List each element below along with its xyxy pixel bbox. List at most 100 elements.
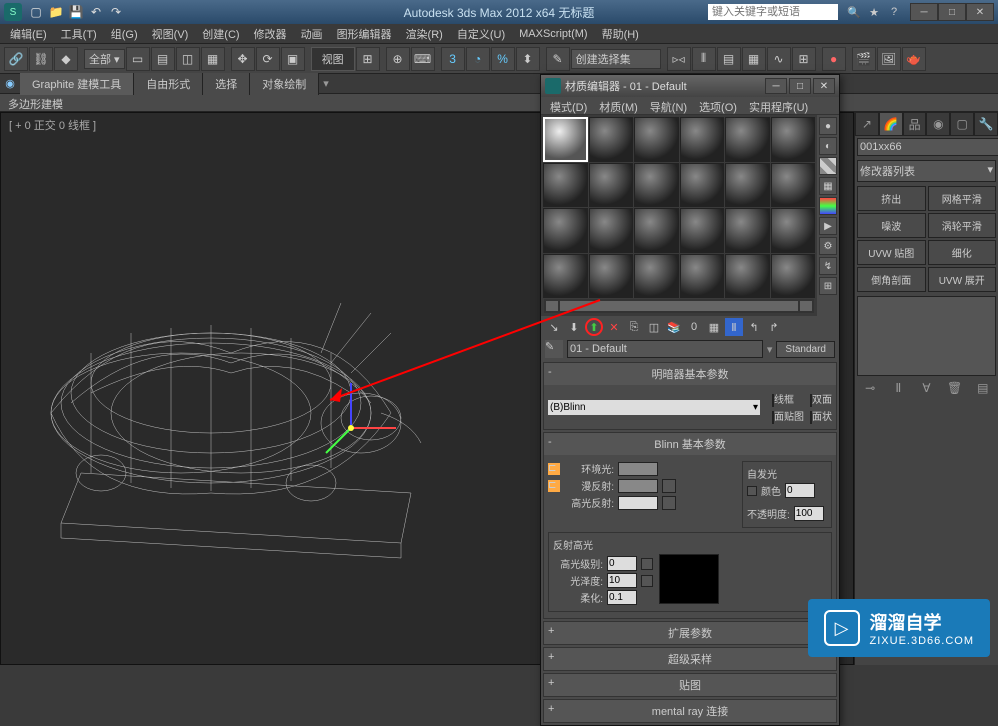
menu-modifiers[interactable]: 修改器: [248, 24, 293, 44]
make-unique-icon[interactable]: ∀: [918, 380, 934, 396]
mirror-icon[interactable]: ▹◃: [667, 47, 691, 71]
select-by-mat-icon[interactable]: ↯: [819, 257, 837, 275]
sample-slot[interactable]: [543, 254, 588, 299]
reset-map-icon[interactable]: ✕: [605, 318, 623, 336]
mod-tessellate-button[interactable]: 细化: [928, 240, 997, 265]
sample-slot[interactable]: [634, 163, 679, 208]
selfillum-checkbox[interactable]: [747, 486, 757, 496]
mod-uvwmap-button[interactable]: UVW 贴图: [857, 240, 926, 265]
lock-diffuse-icon[interactable]: ⊏: [548, 480, 560, 492]
sample-slot[interactable]: [725, 117, 770, 162]
layer-icon[interactable]: ▤: [717, 47, 741, 71]
backlight-icon[interactable]: ◐: [819, 137, 837, 155]
move-icon[interactable]: ✥: [231, 47, 255, 71]
mat-close-button[interactable]: ✕: [813, 78, 835, 94]
select-name-icon[interactable]: ▤: [151, 47, 175, 71]
window-crossing-icon[interactable]: ▦: [201, 47, 225, 71]
help-icon[interactable]: ?: [886, 4, 902, 20]
modifier-stack[interactable]: [857, 296, 996, 376]
render-setup-icon[interactable]: 🎬: [852, 47, 876, 71]
make-copy-icon[interactable]: ⎘: [625, 318, 643, 336]
matmenu-material[interactable]: 材质(M): [594, 97, 643, 114]
pin-stack-icon[interactable]: ⊸: [862, 380, 878, 396]
select-object-icon[interactable]: ▭: [126, 47, 150, 71]
go-sibling-icon[interactable]: ↱: [765, 318, 783, 336]
curve-editor-icon[interactable]: ∿: [767, 47, 791, 71]
sample-slot[interactable]: [771, 163, 816, 208]
rotate-icon[interactable]: ⟳: [256, 47, 280, 71]
diffuse-swatch[interactable]: [618, 479, 658, 493]
cmdtab-modify-icon[interactable]: 🌈: [879, 112, 903, 136]
menu-customize[interactable]: 自定义(U): [451, 24, 511, 44]
ribbon-tab-paint[interactable]: 对象绘制: [250, 73, 319, 95]
mat-maximize-button[interactable]: □: [789, 78, 811, 94]
rollout-blinn-header[interactable]: -Blinn 基本参数: [544, 433, 836, 455]
sample-slot-1[interactable]: [543, 117, 588, 162]
menu-help[interactable]: 帮助(H): [596, 24, 645, 44]
ribbon-tab-selection[interactable]: 选择: [203, 73, 250, 95]
sample-slot[interactable]: [680, 163, 725, 208]
select-link-icon[interactable]: 🔗: [4, 47, 28, 71]
rollout-extended-header[interactable]: +扩展参数: [544, 622, 836, 644]
menu-group[interactable]: 组(G): [105, 24, 144, 44]
mod-meshsmooth-button[interactable]: 网格平滑: [928, 186, 997, 211]
mod-noise-button[interactable]: 噪波: [857, 213, 926, 238]
qat-redo-icon[interactable]: ↷: [108, 4, 124, 20]
remove-mod-icon[interactable]: 🗑: [947, 380, 963, 396]
ribbon-toggle-icon[interactable]: ◉: [0, 77, 20, 90]
sample-slot[interactable]: [589, 208, 634, 253]
speclevel-map-button[interactable]: [641, 558, 653, 570]
preview-icon[interactable]: ▶: [819, 217, 837, 235]
select-region-icon[interactable]: ◫: [176, 47, 200, 71]
favorite-icon[interactable]: ★: [866, 4, 882, 20]
object-name-input[interactable]: [857, 138, 998, 156]
modifier-list-dropdown[interactable]: 修改器列表▾: [857, 160, 996, 182]
make-unique-icon[interactable]: ◫: [645, 318, 663, 336]
ref-coord-dropdown[interactable]: 视图: [311, 47, 355, 71]
angle-snap-icon[interactable]: ◔: [466, 47, 490, 71]
opacity-spinner[interactable]: [794, 506, 824, 521]
ribbon-tab-freeform[interactable]: 自由形式: [134, 73, 203, 95]
show-result-icon[interactable]: Ⅱ: [890, 380, 906, 396]
sample-slot[interactable]: [680, 117, 725, 162]
menu-edit[interactable]: 编辑(E): [4, 24, 53, 44]
scale-icon[interactable]: ▣: [281, 47, 305, 71]
mod-bevelprofile-button[interactable]: 倒角剖面: [857, 267, 926, 292]
viewport-label[interactable]: [ + 0 正交 0 线框 ]: [9, 117, 96, 133]
material-name-input[interactable]: [567, 340, 763, 358]
mod-extrude-button[interactable]: 挤出: [857, 186, 926, 211]
sample-slot[interactable]: [589, 117, 634, 162]
soften-spinner[interactable]: [607, 590, 637, 605]
cmdtab-hierarchy-icon[interactable]: 品: [903, 112, 927, 136]
gloss-spinner[interactable]: [607, 573, 637, 588]
mod-turbosmooth-button[interactable]: 涡轮平滑: [928, 213, 997, 238]
video-check-icon[interactable]: [819, 197, 837, 215]
menu-tools[interactable]: 工具(T): [55, 24, 103, 44]
rollout-mentalray-header[interactable]: +mental ray 连接: [544, 700, 836, 722]
material-editor-titlebar[interactable]: 材质编辑器 - 01 - Default ─ □ ✕: [541, 75, 839, 97]
sample-slot[interactable]: [725, 254, 770, 299]
selection-filter-dropdown[interactable]: 全部 ▾: [84, 49, 125, 69]
edit-named-icon[interactable]: ✎: [546, 47, 570, 71]
matmenu-mode[interactable]: 模式(D): [545, 97, 592, 114]
ribbon-expand-icon[interactable]: ▾: [323, 77, 329, 90]
ambient-swatch[interactable]: [618, 462, 658, 476]
rollout-maps-header[interactable]: +贴图: [544, 674, 836, 696]
qat-new-icon[interactable]: ▢: [28, 4, 44, 20]
diffuse-map-button[interactable]: [662, 479, 676, 493]
sample-slot[interactable]: [634, 117, 679, 162]
menu-view[interactable]: 视图(V): [146, 24, 195, 44]
keyboard-icon[interactable]: ⌨: [411, 47, 435, 71]
shader-dropdown[interactable]: (B)Blinn▾: [548, 400, 760, 415]
sample-slot[interactable]: [771, 254, 816, 299]
sample-slot[interactable]: [589, 254, 634, 299]
cmdtab-motion-icon[interactable]: ◉: [926, 112, 950, 136]
bind-icon[interactable]: ◆: [54, 47, 78, 71]
lock-ambient-icon[interactable]: ⊏: [548, 463, 560, 475]
named-selection-dropdown[interactable]: 创建选择集: [571, 49, 661, 69]
align-icon[interactable]: ⫴: [692, 47, 716, 71]
sample-uv-icon[interactable]: ▦: [819, 177, 837, 195]
specular-swatch[interactable]: [618, 496, 658, 510]
put-to-lib-icon[interactable]: 📚: [665, 318, 683, 336]
qat-undo-icon[interactable]: ↶: [88, 4, 104, 20]
